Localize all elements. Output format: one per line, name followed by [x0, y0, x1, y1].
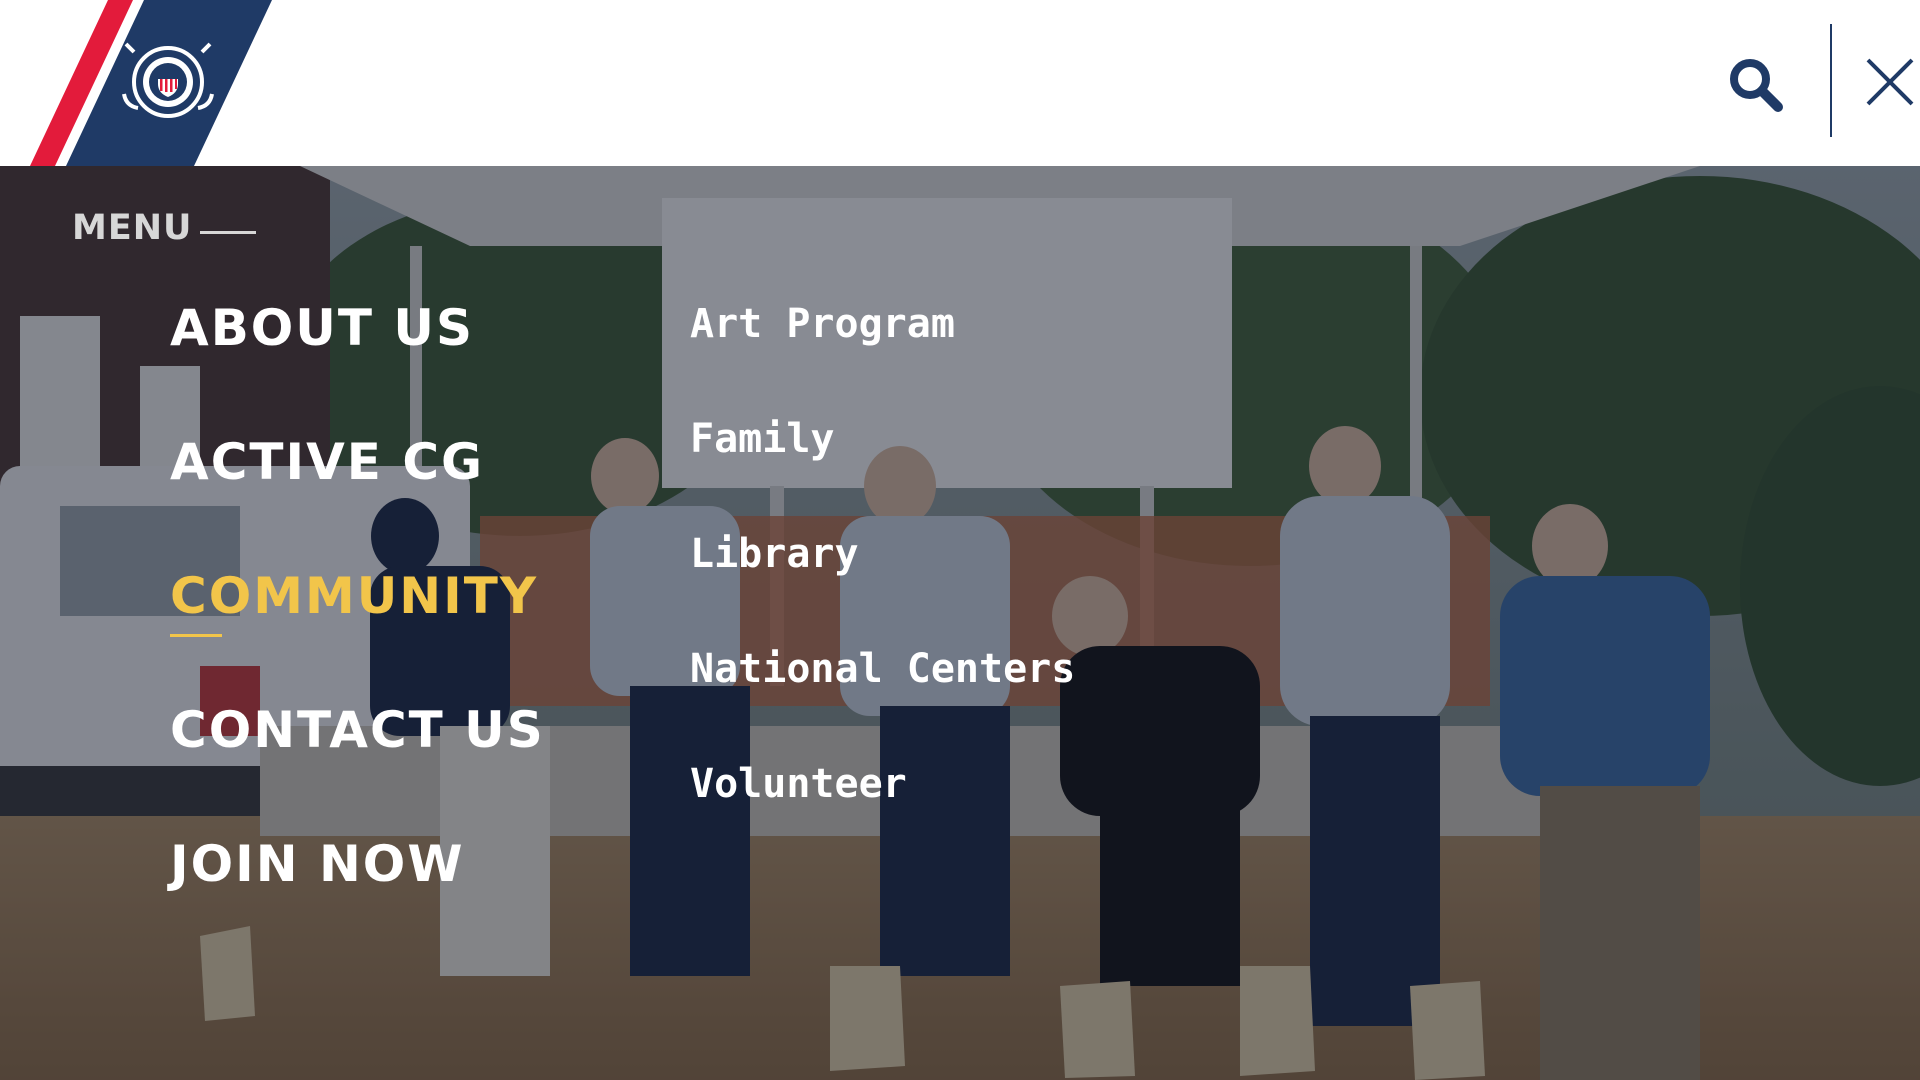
close-menu-button[interactable]: [1860, 52, 1920, 112]
subnav-item-family[interactable]: Family: [690, 411, 1075, 526]
header-tools: [1680, 0, 1920, 166]
subnav-item-art-program[interactable]: Art Program: [690, 296, 1075, 411]
community-subnav: Art Program Family Library National Cent…: [690, 296, 1075, 871]
close-icon: [1866, 58, 1914, 106]
nav-item-community[interactable]: COMMUNITY: [170, 562, 545, 696]
subnav-item-national-centers[interactable]: National Centers: [690, 641, 1075, 756]
primary-nav: ABOUT US ACTIVE CG COMMUNITY CONTACT US …: [170, 294, 545, 964]
search-button[interactable]: [1726, 55, 1786, 115]
subnav-item-library[interactable]: Library: [690, 526, 1075, 641]
nav-item-active-cg[interactable]: ACTIVE CG: [170, 428, 545, 562]
menu-heading: MENU: [72, 208, 257, 248]
menu-panel: MENU ABOUT US ACTIVE CG COMMUNITY CONTAC…: [0, 166, 1920, 1080]
nav-item-about-us[interactable]: ABOUT US: [170, 294, 545, 428]
menu-heading-label: MENU: [72, 208, 193, 248]
menu-heading-rule: [200, 230, 257, 234]
header-divider: [1830, 24, 1832, 137]
search-icon: [1730, 59, 1783, 112]
site-header: [0, 0, 1920, 166]
subnav-item-volunteer[interactable]: Volunteer: [690, 756, 1075, 871]
coast-guard-logo[interactable]: [0, 0, 290, 166]
nav-item-contact-us[interactable]: CONTACT US: [170, 696, 545, 830]
nav-item-join-now[interactable]: JOIN NOW: [170, 830, 545, 964]
